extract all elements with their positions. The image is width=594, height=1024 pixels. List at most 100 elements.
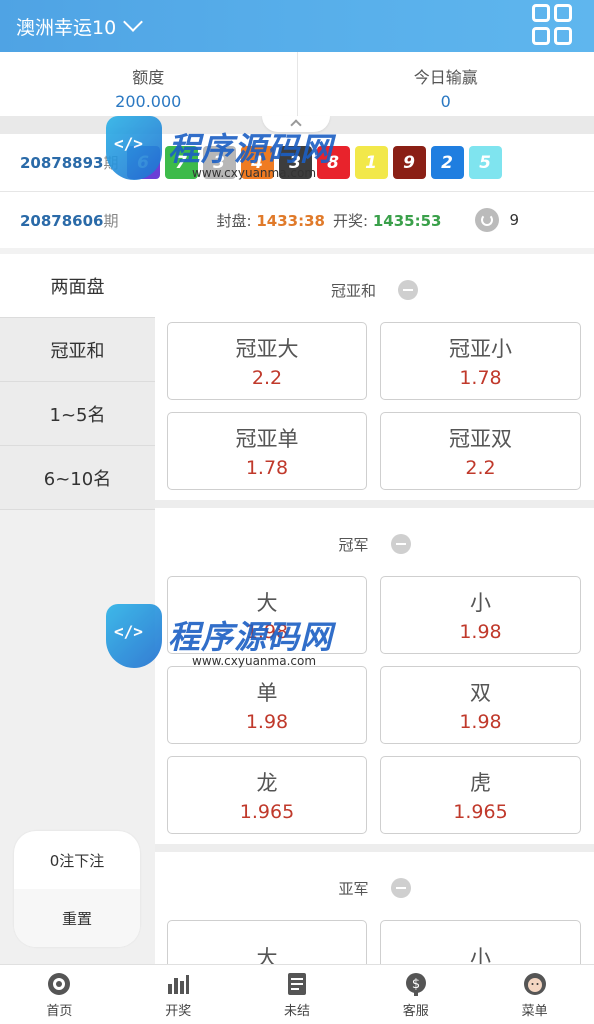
odds-option[interactable]: 小 (380, 920, 581, 964)
next-draw-row: 20878606期 封盘: 1433:38 开奖: 1435:53 9 (0, 192, 594, 248)
result-balls: 6734381925 (126, 146, 507, 179)
odds-section: 冠军大 1.98 小 1.98 单 1.98 双 1.98 龙 1.965 虎 1.965 (155, 508, 594, 852)
result-ball: 3 (202, 146, 236, 179)
odds-option[interactable]: 冠亚单 1.78 (167, 412, 367, 490)
svg-text:$: $ (412, 977, 420, 992)
sidebar-item-two-sides[interactable]: 两面盘 (0, 254, 155, 318)
option-odds: 1.78 (459, 367, 502, 389)
section-header: 冠军 (167, 522, 582, 566)
collapse-minus-icon[interactable] (390, 534, 411, 554)
odds-grid: 冠亚大 2.2 冠亚小 1.78 冠亚单 1.78 冠亚双 2.2 (167, 322, 582, 490)
option-odds: 2.2 (251, 367, 283, 389)
odds-option[interactable]: 大 1.98 (167, 576, 367, 654)
option-odds: 1.78 (245, 457, 289, 479)
section-title: 亚军 (338, 879, 369, 898)
option-odds: 1.965 (453, 801, 508, 823)
last-draw-issue: 20878893期 (20, 154, 119, 172)
option-name: 大 (256, 946, 278, 964)
option-name: 小 (470, 946, 491, 964)
section-title: 冠军 (338, 535, 369, 554)
chevron-down-icon (123, 12, 144, 32)
today-winloss-label: 今日输赢 (413, 68, 478, 87)
nav-tab[interactable]: 未结 (238, 965, 357, 1024)
option-odds: 1.965 (239, 801, 295, 823)
unsettled-list-icon (284, 971, 310, 997)
section-header: 冠亚和 (167, 268, 582, 312)
credit-column: 额度 200.000 (0, 52, 297, 116)
sidebar-item-6-10[interactable]: 6~10名 (0, 446, 155, 510)
odds-option[interactable]: 大 (167, 920, 367, 964)
odds-option[interactable]: 单 1.98 (167, 666, 367, 744)
next-draw-issue: 20878606期 (20, 211, 119, 230)
sidebar-item-sum[interactable]: 冠亚和 (0, 318, 155, 382)
result-ball: 3 (278, 146, 312, 179)
nav-tab-label: 菜单 (521, 1003, 548, 1019)
chevron-up-icon (290, 119, 302, 131)
odds-section: 冠亚和冠亚大 2.2 冠亚小 1.78 冠亚单 1.78 冠亚双 2.2 (155, 254, 594, 508)
collapse-minus-icon[interactable] (390, 878, 411, 898)
refresh-count: 9 (509, 211, 519, 229)
game-title: 澳洲幸运10 (16, 16, 117, 39)
option-name: 大 (256, 591, 278, 615)
balance-bar: 额度 200.000 今日输赢 0 (0, 52, 594, 116)
avatar-icon (522, 971, 548, 997)
option-odds: 2.2 (465, 457, 496, 479)
result-ball: 2 (430, 146, 464, 179)
option-name: 冠亚小 (449, 337, 512, 361)
nav-tab[interactable]: 开奖 (119, 965, 238, 1024)
credit-value: 200.000 (115, 92, 182, 111)
nav-tab-label: 首页 (46, 1003, 73, 1019)
result-ball: 6 (126, 146, 160, 179)
odds-option[interactable]: 龙 1.965 (167, 756, 367, 834)
nav-tab[interactable]: 菜单 (475, 965, 594, 1024)
odds-option[interactable]: 冠亚小 1.78 (380, 322, 581, 400)
credit-label: 额度 (132, 68, 165, 87)
collapse-minus-icon[interactable] (398, 280, 418, 300)
reset-button[interactable]: 重置 (14, 889, 140, 947)
nav-tab[interactable]: $ 客服 (356, 965, 475, 1024)
option-name: 虎 (470, 771, 491, 795)
option-name: 单 (256, 681, 278, 705)
place-bet-button[interactable]: 0注下注 (14, 831, 140, 889)
option-name: 小 (470, 591, 491, 615)
bar-chart-icon (165, 971, 191, 997)
result-ball: 9 (392, 146, 426, 179)
odds-option[interactable]: 双 1.98 (380, 666, 581, 744)
odds-option[interactable]: 冠亚大 2.2 (167, 322, 367, 400)
today-winloss-column: 今日输赢 0 (296, 52, 594, 116)
category-sidebar: 两面盘 冠亚和 1~5名 6~10名 0注下注 重置 (0, 254, 155, 964)
option-name: 龙 (256, 771, 278, 795)
option-name: 冠亚双 (449, 427, 512, 451)
option-odds: 1.98 (245, 621, 289, 643)
odds-option[interactable]: 冠亚双 2.2 (380, 412, 581, 490)
collapse-toggle[interactable] (262, 116, 330, 132)
odds-option[interactable]: 虎 1.965 (380, 756, 581, 834)
option-name: 冠亚大 (235, 337, 299, 361)
option-odds: 1.98 (459, 711, 502, 733)
result-ball: 7 (164, 146, 198, 179)
top-header: 澳洲幸运10 (0, 0, 594, 52)
odds-grid: 大 1.98 小 1.98 单 1.98 双 1.98 龙 1.965 虎 1.965 (167, 576, 582, 834)
service-dollar-icon: $ (403, 971, 429, 997)
open-countdown: 开奖: 1435:53 (332, 211, 442, 230)
option-name: 冠亚单 (235, 427, 299, 451)
refresh-icon[interactable] (475, 208, 500, 232)
last-draw-row: 20878893期 6734381925 (0, 134, 594, 192)
odds-grid: 大小 (167, 920, 582, 964)
odds-option[interactable]: 小 1.98 (380, 576, 581, 654)
option-name: 双 (470, 681, 491, 705)
today-winloss-value: 0 (440, 92, 451, 111)
home-chip-icon (46, 971, 72, 997)
sidebar-item-1-5[interactable]: 1~5名 (0, 382, 155, 446)
grid-menu-icon[interactable] (532, 4, 574, 46)
bottom-nav: 首页 开奖 未结 $ 客服 菜单 (0, 964, 594, 1024)
result-ball: 8 (316, 146, 350, 179)
nav-tab-label: 开奖 (165, 1003, 192, 1019)
game-selector[interactable]: 澳洲幸运10 (16, 12, 144, 40)
bet-panel: 0注下注 重置 (14, 831, 140, 947)
result-ball: 5 (468, 146, 502, 179)
result-ball: 4 (240, 146, 274, 179)
option-odds: 1.98 (245, 711, 289, 733)
nav-tab-label: 未结 (283, 1003, 310, 1019)
nav-tab[interactable]: 首页 (0, 965, 119, 1024)
